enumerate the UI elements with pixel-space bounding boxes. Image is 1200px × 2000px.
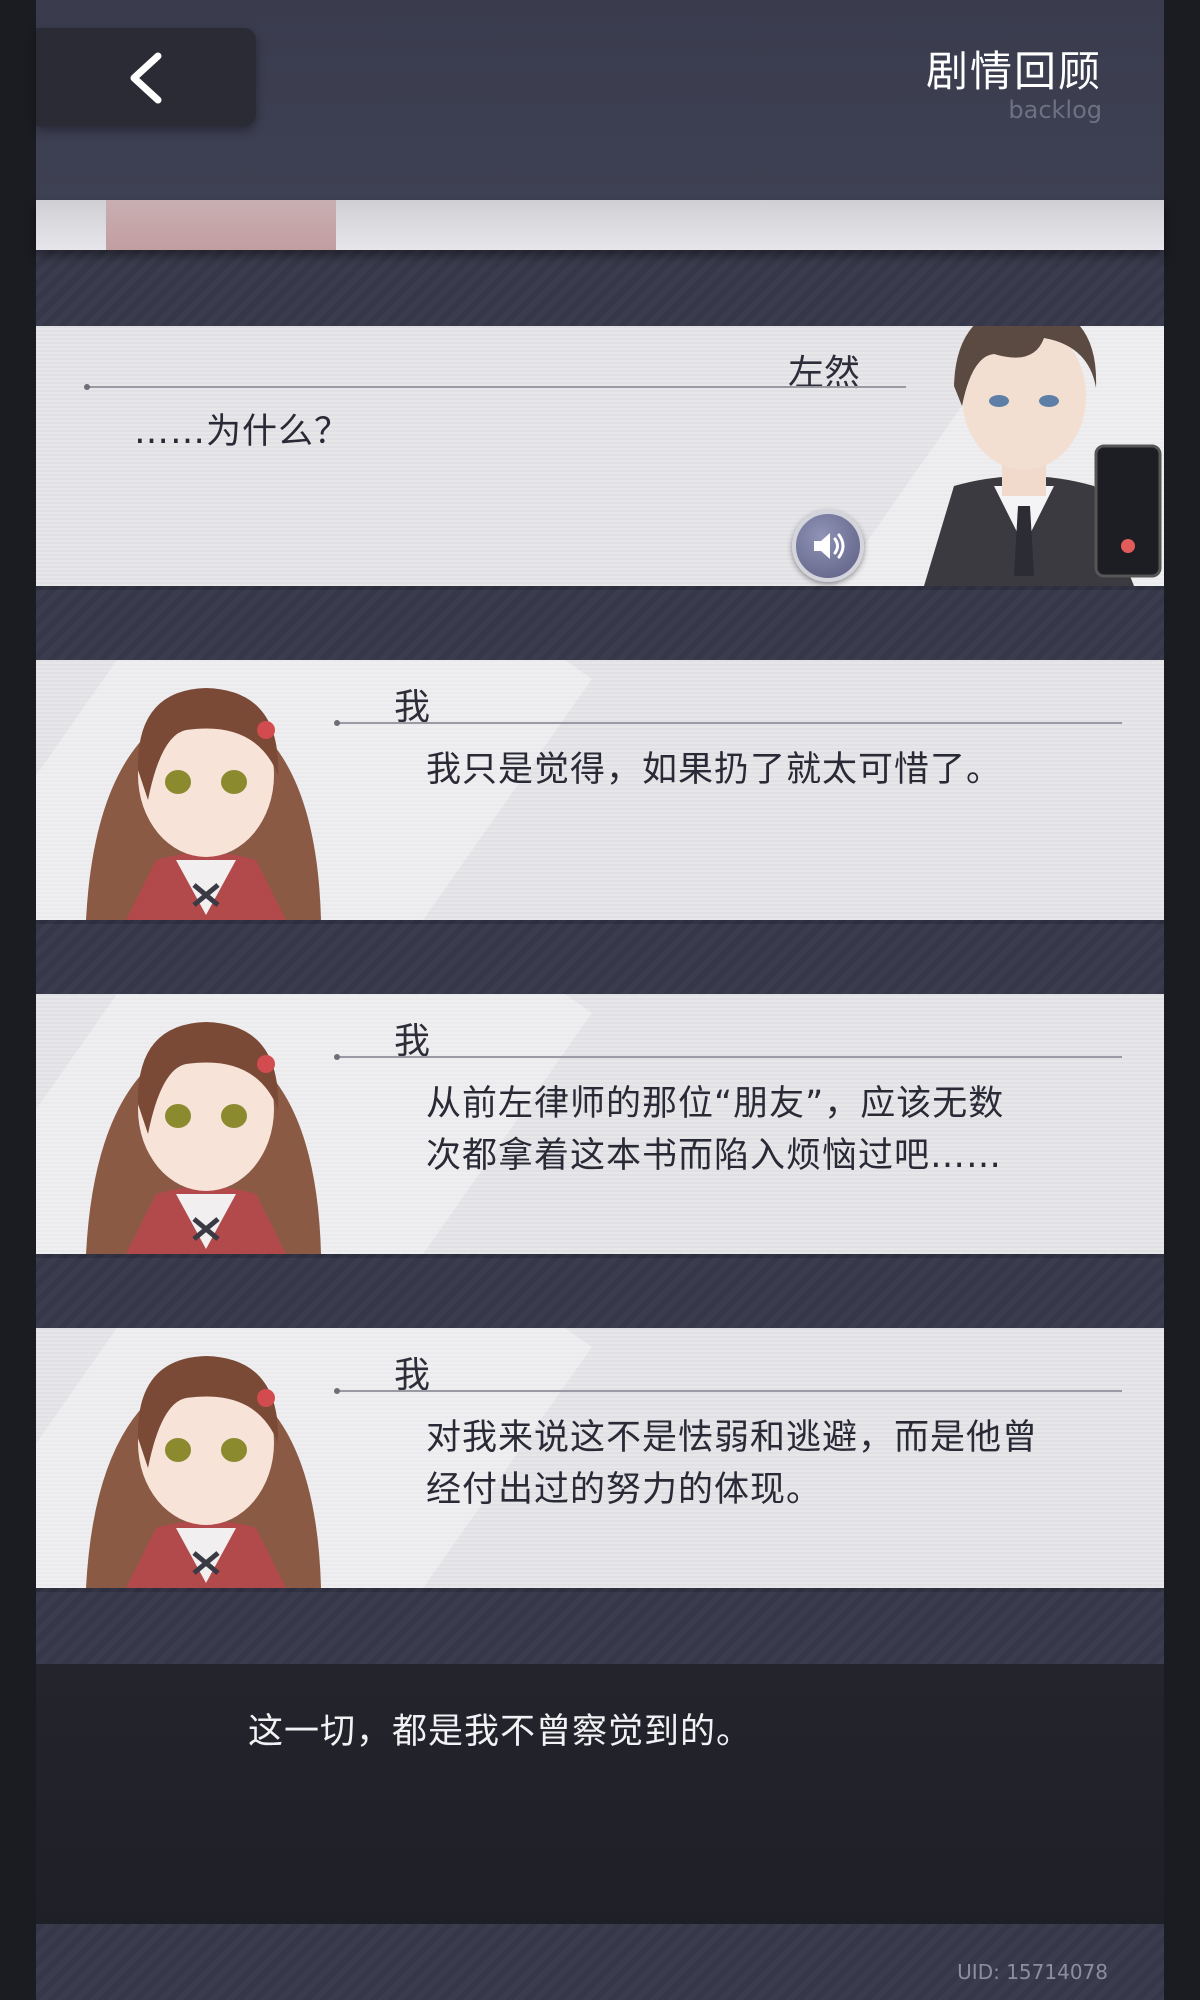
previous-entry-fragment — [36, 200, 1164, 250]
backlog-entry-1: 左然 ……为什么？ — [36, 326, 1164, 586]
dialogue-line: 我只是觉得，如果扔了就太可惜了。 — [426, 750, 1003, 790]
dialogue-line: 经付出过的努力的体现。 — [426, 1470, 823, 1510]
left-frame-edge — [0, 0, 36, 2000]
dialogue-line: 从前左律师的那位“朋友”，应该无数 — [426, 1084, 1005, 1124]
speaker-divider — [84, 384, 906, 390]
heroine-portrait — [86, 1356, 321, 1588]
dialogue-line: 次都拿着这本书而陷入烦恼过吧…… — [426, 1136, 1003, 1176]
uid-label: UID: 15714078 — [957, 1960, 1108, 1984]
page-title: 剧情回顾 — [925, 47, 1102, 96]
portrait-fragment — [106, 200, 336, 250]
speaker-divider — [334, 1054, 1122, 1060]
backlog-entry-3: 我 从前左律师的那位“朋友”，应该无数 次都拿着这本书而陷入烦恼过吧…… — [36, 994, 1164, 1254]
voice-replay-button[interactable] — [792, 510, 864, 582]
right-frame-edge — [1164, 0, 1200, 2000]
speaker-divider — [334, 1388, 1122, 1394]
speaker-name: 左然 — [788, 353, 861, 394]
back-button[interactable] — [36, 28, 256, 126]
speaker-icon — [814, 533, 845, 559]
backlog-entry-2: 我 我只是觉得，如果扔了就太可惜了。 — [36, 660, 1164, 920]
dialogue-line: 对我来说这不是怯弱和逃避，而是他曾 — [426, 1418, 1039, 1458]
narration-entry: 这一切，都是我不曾察觉到的。 — [36, 1664, 1164, 1924]
heroine-portrait — [86, 688, 321, 920]
dialogue-line: ……为什么？ — [134, 412, 351, 452]
chevron-left-icon — [130, 52, 162, 104]
backlog-entry-4: 我 对我来说这不是怯弱和逃避，而是他曾 经付出过的努力的体现。 — [36, 1328, 1164, 1588]
page-subtitle: backlog — [1008, 96, 1102, 124]
narration-line: 这一切，都是我不曾察觉到的。 — [248, 1712, 753, 1752]
heroine-portrait — [86, 1022, 321, 1254]
zuoran-portrait — [924, 326, 1162, 586]
speaker-divider — [334, 720, 1122, 726]
